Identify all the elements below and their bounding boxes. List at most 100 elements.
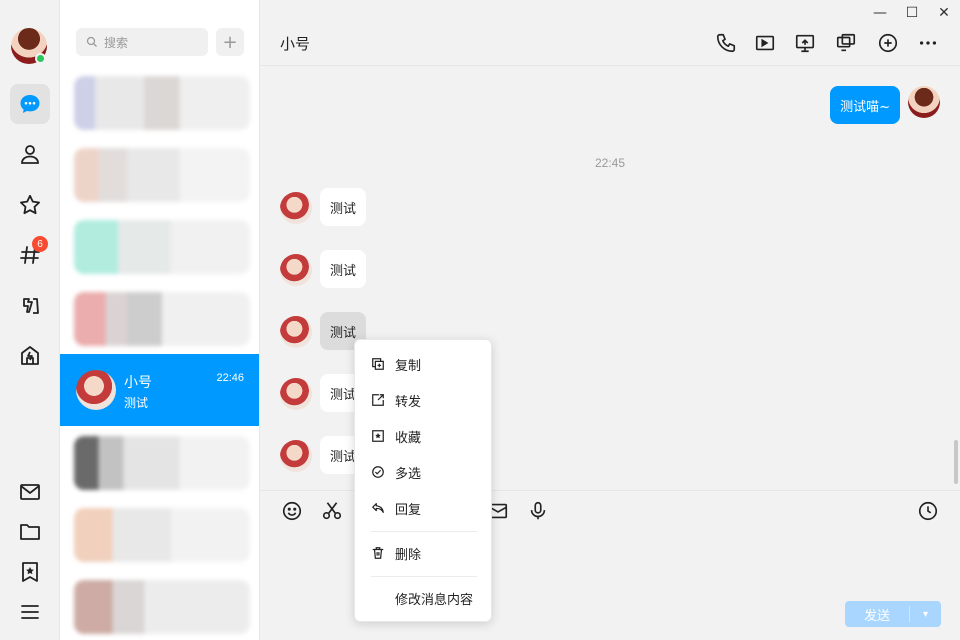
blurred-conversation <box>74 508 250 562</box>
nav-shop[interactable] <box>10 336 50 376</box>
my-message-bubble[interactable]: 测试喵~ <box>830 86 900 124</box>
left-nav: 6 <box>0 0 60 640</box>
chat-scrollbar[interactable] <box>954 440 958 484</box>
multi-select-icon <box>371 465 385 479</box>
blurred-conversation <box>74 436 250 490</box>
voice-call-button[interactable] <box>713 30 739 56</box>
message-bubble[interactable]: 测试 <box>320 250 367 288</box>
scissors-icon <box>322 502 342 520</box>
menu-item-delete[interactable]: 删除 <box>355 537 493 569</box>
conversation-item[interactable] <box>60 210 259 282</box>
add-member-button[interactable] <box>875 30 901 56</box>
blurred-conversation <box>74 76 250 130</box>
screen-share-icon <box>795 34 815 53</box>
menu-item-label: 修改消息内容 <box>395 592 474 608</box>
menu-divider <box>371 576 477 577</box>
nav-favorites[interactable] <box>10 185 50 225</box>
conversation-item[interactable] <box>60 66 259 138</box>
conversation-item[interactable] <box>60 138 259 210</box>
conversation-item[interactable] <box>60 498 259 570</box>
conversation-name: 小号 <box>124 375 152 391</box>
send-button[interactable]: 发送 ▾ <box>845 601 941 627</box>
message-row: 测试 <box>280 250 580 290</box>
star-icon <box>20 194 40 215</box>
blurred-conversation <box>74 220 250 274</box>
send-options-arrow[interactable]: ▾ <box>910 609 941 620</box>
maximize-button[interactable]: ☐ <box>900 4 924 22</box>
conversation-item-selected[interactable]: 小号 22:46 测试 <box>60 354 259 426</box>
screenshot-button[interactable] <box>320 499 344 523</box>
screen-share-button[interactable] <box>792 30 818 56</box>
blurred-conversation <box>74 292 250 346</box>
message-row: 测试 <box>280 188 580 228</box>
conversation-avatar <box>76 370 116 410</box>
menu-item-favorite[interactable]: 收藏 <box>355 420 493 452</box>
conversation-item[interactable] <box>60 282 259 354</box>
chat-title: 小号 <box>280 35 311 53</box>
remote-desktop-icon <box>836 33 856 52</box>
history-button[interactable] <box>916 499 940 523</box>
voice-message-button[interactable] <box>526 499 550 523</box>
sender-avatar[interactable] <box>280 316 312 348</box>
video-icon <box>755 35 775 51</box>
add-button[interactable]: + <box>216 28 244 56</box>
mail-icon <box>20 484 40 500</box>
conversation-item[interactable] <box>60 426 259 498</box>
menu-item-label: 删除 <box>395 547 422 563</box>
conversation-time: 22:46 <box>216 372 244 384</box>
remote-assist-button[interactable] <box>833 30 859 56</box>
close-button[interactable]: ✕ <box>932 4 956 22</box>
menu-item-edit-message[interactable]: 修改消息内容 <box>355 582 493 614</box>
more-icon <box>919 41 937 45</box>
nav-main-menu[interactable] <box>10 592 50 632</box>
phone-icon <box>716 33 736 53</box>
conversation-list: 搜索 + 小号 22:46 测试 <box>60 0 260 640</box>
forward-icon <box>371 393 385 407</box>
games-icon <box>23 298 39 314</box>
nav-collections[interactable] <box>10 552 50 592</box>
my-avatar[interactable] <box>908 86 940 118</box>
more-button[interactable] <box>915 30 941 56</box>
bookmark-icon <box>22 562 38 582</box>
menu-item-forward[interactable]: 转发 <box>355 384 493 416</box>
channels-badge: 6 <box>32 236 48 252</box>
time-separator: 22:45 <box>594 156 626 170</box>
send-label: 发送 <box>863 608 890 624</box>
emoji-button[interactable] <box>280 499 304 523</box>
nav-messages[interactable] <box>10 84 50 124</box>
menu-item-multi-select[interactable]: 多选 <box>355 456 493 488</box>
sender-avatar[interactable] <box>280 378 312 410</box>
favorite-icon <box>371 429 385 443</box>
search-placeholder: 搜索 <box>104 35 129 50</box>
reply-icon <box>371 501 385 515</box>
shop-icon <box>21 346 39 365</box>
menu-item-copy[interactable]: 复制 <box>355 348 493 380</box>
sender-avatar[interactable] <box>280 254 312 286</box>
nav-contacts[interactable] <box>10 134 50 174</box>
chat-icon <box>20 95 40 113</box>
contacts-icon <box>21 145 39 164</box>
chat-header: — ☐ ✕ 小号 <box>260 0 960 66</box>
menu-item-reply[interactable]: 回复 <box>355 492 493 524</box>
menu-item-label: 复制 <box>395 358 422 374</box>
menu-icon <box>21 605 39 619</box>
menu-item-label: 多选 <box>395 466 422 482</box>
context-menu: 复制 转发 收藏 多选 回复 删除 修改消息内容 <box>354 339 492 622</box>
copy-icon <box>371 357 385 371</box>
message-bubble[interactable]: 测试 <box>320 188 367 226</box>
menu-divider <box>371 531 477 532</box>
sender-avatar[interactable] <box>280 440 312 472</box>
search-box[interactable]: 搜索 <box>76 28 208 56</box>
conversation-last-message: 测试 <box>124 396 149 410</box>
nav-games[interactable] <box>10 286 50 326</box>
menu-item-label: 回复 <box>395 502 422 518</box>
folder-icon <box>20 524 40 540</box>
nav-files[interactable] <box>10 512 50 552</box>
clock-icon <box>918 501 938 521</box>
nav-mail[interactable] <box>10 472 50 512</box>
video-call-button[interactable] <box>752 30 778 56</box>
minimize-button[interactable]: — <box>868 4 892 22</box>
conversation-item[interactable] <box>60 570 259 640</box>
sender-avatar[interactable] <box>280 192 312 224</box>
menu-item-label: 收藏 <box>395 430 422 446</box>
